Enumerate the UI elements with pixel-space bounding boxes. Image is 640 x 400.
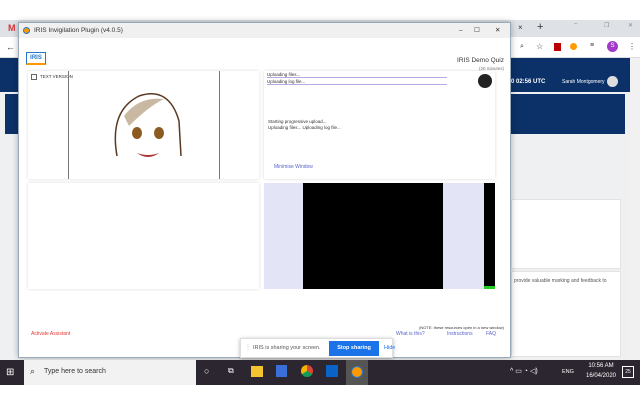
browser-close[interactable]: ✕ [628, 22, 633, 29]
progress-line: Uploading files... Uploading log file... [268, 125, 341, 130]
minimize-button[interactable]: – [459, 23, 463, 38]
page-scrollbar[interactable] [630, 58, 640, 360]
chrome-icon[interactable] [301, 365, 313, 377]
new-tab-button[interactable]: + [537, 21, 543, 33]
share-message: IRIS is sharing your screen. [253, 345, 321, 351]
instructions-link[interactable]: Instructions [447, 331, 473, 337]
webcam-panel [264, 183, 495, 289]
taskbar-search[interactable]: ⌕ Type here to search [24, 360, 196, 385]
window-title: IRIS Invigilation Plugin (v4.0.5) [34, 27, 123, 34]
user-avatar[interactable] [607, 76, 618, 87]
close-tab-icon[interactable]: × [518, 23, 523, 32]
bg-text: provide valuable marking and feedback to [514, 278, 607, 284]
clock-time[interactable]: 10:56 AM [584, 363, 618, 369]
start-icon[interactable]: ⊞ [6, 367, 14, 378]
what-is-this-link[interactable]: What is this? [396, 331, 425, 337]
log-line: Uploading log file... [267, 79, 447, 85]
text-version-checkbox[interactable] [31, 74, 37, 80]
iris-logo: IRIS [26, 52, 46, 65]
assistant-face [68, 71, 220, 179]
task-view-icon[interactable]: ⧉ [228, 366, 234, 376]
network-app-icon[interactable] [276, 365, 287, 377]
webcam-feed [303, 183, 443, 289]
log-line: Uploading files... [267, 72, 447, 78]
notification-icon[interactable]: 25 [622, 366, 634, 378]
back-icon[interactable]: ← [6, 42, 15, 52]
audio-level-meter [484, 183, 495, 289]
browser-minimize[interactable]: – [574, 21, 577, 27]
activate-assistant-link[interactable]: Activate Assistant [31, 331, 70, 337]
faq-link[interactable]: FAQ [486, 331, 496, 337]
iris-extension-icon[interactable] [570, 43, 577, 50]
screen-share-bar: ⋮ IRIS is sharing your screen. Stop shar… [240, 338, 395, 358]
menu-icon[interactable]: ⋮ [628, 42, 636, 51]
progress-line: Starting progressive upload... [268, 119, 327, 124]
empty-panel [28, 183, 259, 289]
avatar-panel: TEXT VERSION [28, 71, 259, 179]
app-icon [23, 27, 30, 34]
gmail-icon[interactable]: M [8, 23, 16, 33]
close-button[interactable]: ✕ [495, 23, 500, 38]
browser-restore[interactable]: ❐ [604, 22, 609, 29]
zoom-icon[interactable]: ⌕ [520, 43, 524, 51]
status-panel: Uploading files... Uploading log file...… [264, 71, 495, 179]
language-indicator[interactable]: ENG [562, 369, 574, 375]
bg-card [511, 199, 621, 269]
maximize-button[interactable]: ☐ [474, 23, 480, 38]
cortana-icon[interactable]: ○ [204, 366, 209, 376]
resources-note: (NOTE: these resources open in a new win… [419, 325, 504, 330]
bg-card: provide valuable marking and feedback to [511, 271, 621, 357]
clock-date[interactable]: 16/04/2020 [582, 373, 620, 379]
tray-icons[interactable]: ^ ▭ ◔ ◁) [510, 367, 538, 375]
star-icon[interactable]: ☆ [536, 42, 543, 51]
search-icon: ⌕ [30, 366, 36, 376]
recording-indicator [478, 74, 492, 88]
windows-taskbar: ⊞ ⌕ Type here to search ○ ⧉ ^ ▭ ◔ ◁) ENG… [0, 360, 640, 385]
file-explorer-icon[interactable] [251, 366, 263, 377]
iris-plugin-window: IRIS Invigilation Plugin (v4.0.5) – ☐ ✕ … [18, 22, 511, 358]
quiz-title: IRIS Demo Quiz [457, 57, 504, 64]
profile-avatar[interactable]: S [607, 41, 618, 52]
search-input[interactable]: Type here to search [44, 368, 106, 375]
outlook-icon[interactable] [326, 365, 338, 377]
user-name[interactable]: Sarah Montgomery [562, 79, 605, 85]
stop-sharing-button[interactable]: Stop sharing [329, 341, 379, 356]
header-time: 0 02:56 UTC [511, 79, 546, 85]
iris-taskbar-icon[interactable] [346, 360, 368, 385]
window-titlebar[interactable]: IRIS Invigilation Plugin (v4.0.5) – ☐ ✕ [19, 23, 510, 38]
media-icon[interactable]: ≡ [590, 42, 594, 49]
minimise-window-link[interactable]: Minimise Window [274, 164, 313, 170]
drag-handle-icon[interactable]: ⋮ [245, 344, 251, 351]
pdf-extension-icon[interactable] [554, 43, 561, 51]
hide-button[interactable]: Hide [384, 345, 395, 351]
